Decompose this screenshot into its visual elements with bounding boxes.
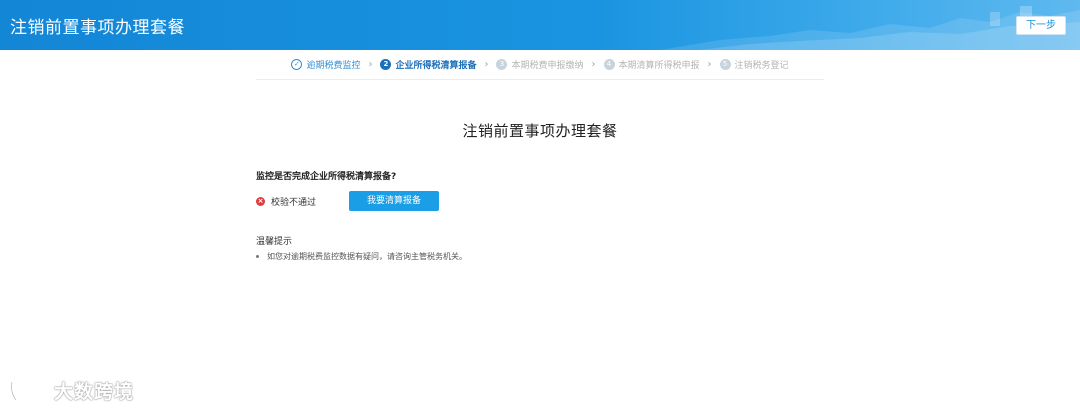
watermark-text: 大数跨境 — [54, 380, 135, 403]
page-title: 注销前置事项办理套餐 — [462, 122, 618, 140]
check-question: 监控是否完成企业所得税清算报备? — [256, 172, 397, 182]
step-label: 本期清算所得税申报 — [618, 61, 700, 71]
chevron-right-icon: › — [707, 59, 712, 70]
app-header: 注销前置事项办理套餐 下一步 — [0, 0, 1080, 50]
watermark-logo-icon — [10, 380, 50, 401]
step-label: 逾期税费监控 — [306, 61, 361, 71]
step-item-deregistration: 5 注销税务登记 — [719, 58, 789, 71]
step-number-icon: 5 — [719, 59, 731, 70]
page-header-title: 注销前置事项办理套餐 — [10, 18, 185, 38]
chevron-right-icon: › — [591, 59, 596, 70]
step-number-icon: 3 — [496, 59, 508, 70]
liquidation-filing-button[interactable]: 我要清算报备 — [349, 191, 439, 211]
step-number-icon: 2 — [380, 59, 392, 70]
tips-text: 如您对逾期税费监控数据有疑问，请咨询主管税务机关。 — [267, 252, 467, 261]
step-number-icon: 4 — [603, 59, 615, 70]
step-label: 企业所得税清算报备 — [395, 61, 477, 71]
step-item-tax-declaration: 3 本期税费申报缴纳 — [496, 58, 584, 71]
check-icon: ✓ — [291, 59, 303, 70]
step-label: 本期税费申报缴纳 — [511, 61, 584, 71]
step-label: 注销税务登记 — [734, 61, 789, 71]
tips-title: 温馨提示 — [256, 237, 293, 247]
bullet-icon — [256, 255, 259, 258]
check-result: × 校验不通过 — [256, 195, 316, 208]
error-icon: × — [256, 197, 265, 206]
chevron-right-icon: › — [484, 59, 489, 70]
step-item-liquidation-income-tax: 4 本期清算所得税申报 — [603, 58, 700, 71]
result-text: 校验不通过 — [271, 198, 317, 208]
watermark: 大数跨境 — [8, 376, 134, 404]
next-step-button[interactable]: 下一步 — [1016, 16, 1066, 35]
step-item-overdue-tax-monitor[interactable]: ✓ 逾期税费监控 — [291, 58, 360, 71]
step-item-income-tax-filing[interactable]: 2 企业所得税清算报备 — [380, 58, 476, 71]
tips-list-item: 如您对逾期税费监控数据有疑问，请咨询主管税务机关。 — [256, 251, 467, 262]
chevron-right-icon: › — [368, 59, 373, 70]
step-progress-bar: ✓ 逾期税费监控 › 2 企业所得税清算报备 › 3 本期税费申报缴纳 › 4 … — [256, 50, 824, 80]
